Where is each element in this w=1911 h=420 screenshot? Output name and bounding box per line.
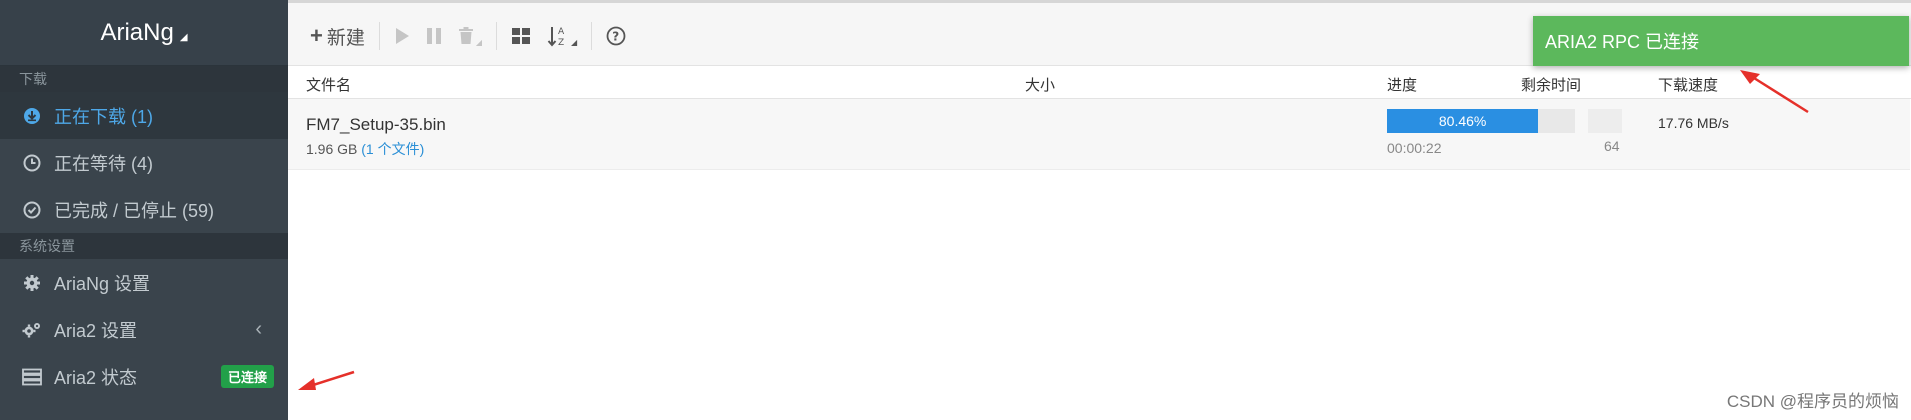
check-circle-icon <box>22 200 42 220</box>
task-files-link[interactable]: (1 个文件) <box>361 141 424 157</box>
svg-text:A: A <box>558 27 565 37</box>
pause-icon <box>426 28 441 44</box>
display-mode-button[interactable] <box>503 21 539 51</box>
pause-button[interactable] <box>418 21 450 51</box>
sidebar-item-label: Aria2 设置 <box>54 320 138 341</box>
sidebar-item-label: 正在下载 (1) <box>54 106 153 127</box>
sidebar-item-label: 已完成 / 已停止 (59) <box>54 200 215 221</box>
task-size: 1.96 GB <box>306 141 358 157</box>
task-remaining-time: 00:00:22 <box>1387 140 1442 156</box>
grid-icon <box>512 28 531 44</box>
help-button[interactable]: ? <box>598 21 634 51</box>
section-header-download: 下载 <box>0 66 288 92</box>
chevron-left-icon[interactable]: ‹ <box>255 318 262 341</box>
download-circle-icon <box>22 106 42 126</box>
new-task-label: 新建 <box>326 27 365 49</box>
task-size-info: 1.96 GB (1 个文件) <box>306 139 424 159</box>
caret-down-icon: ◢ <box>571 37 578 47</box>
app-title: AriaNg <box>100 18 174 46</box>
sidebar-item-ariang-settings[interactable]: AriaNg 设置 <box>0 259 288 306</box>
toolbar-divider <box>496 22 498 50</box>
sidebar-item-waiting[interactable]: 正在等待 (4) <box>0 139 288 186</box>
sidebar-item-stopped[interactable]: 已完成 / 已停止 (59) <box>0 186 288 233</box>
rpc-connected-toast[interactable]: ARIA2 RPC 已连接 <box>1533 16 1909 66</box>
plus-icon: + <box>310 23 323 48</box>
caret-down-icon: ◢ <box>179 32 188 43</box>
toolbar: + 新建 ◢ AZ ◢ ? <box>302 21 634 51</box>
sidebar-item-label: AriaNg 设置 <box>54 273 151 294</box>
annotation-arrow-up <box>1740 70 1809 114</box>
svg-text:Z: Z <box>558 38 564 47</box>
toolbar-divider <box>378 22 380 50</box>
new-task-button[interactable]: + 新建 <box>302 21 373 51</box>
toolbar-divider <box>591 22 593 50</box>
column-progress[interactable]: 进度 <box>1387 74 1417 95</box>
start-button[interactable] <box>386 21 418 51</box>
section-header-settings: 系统设置 <box>0 233 288 259</box>
sidebar-item-label: 正在等待 (4) <box>54 153 153 174</box>
clock-icon <box>22 153 42 173</box>
progress-fill: 80.46% <box>1387 109 1539 133</box>
column-remaining[interactable]: 剩余时间 <box>1521 74 1581 95</box>
task-connections: 64 <box>1604 138 1620 154</box>
progress-text: 80.46% <box>1438 113 1487 129</box>
sidebar-item-downloading[interactable]: 正在下载 (1) <box>0 92 288 139</box>
gear-icon <box>22 273 42 293</box>
trash-icon <box>458 27 473 44</box>
status-badge: 已连接 <box>220 365 274 388</box>
play-icon <box>395 28 409 44</box>
progress-bar: 80.46% <box>1387 109 1575 133</box>
gears-icon <box>22 320 42 340</box>
progress-spacer <box>1588 109 1622 133</box>
delete-button[interactable]: ◢ <box>450 21 490 51</box>
sort-alpha-icon: AZ <box>547 27 565 47</box>
sidebar: AriaNg ◢ 下载 正在下载 (1) 正在等待 (4) 已完成 / 已停止 … <box>0 0 288 420</box>
task-speed: 17.76 MB/s <box>1658 115 1729 131</box>
server-icon <box>22 367 42 387</box>
task-filename[interactable]: FM7_Setup-35.bin <box>306 115 446 135</box>
column-speed[interactable]: 下载速度 <box>1658 74 1718 95</box>
sidebar-item-aria2-settings[interactable]: Aria2 设置 ‹ <box>0 306 288 353</box>
app-brand[interactable]: AriaNg ◢ <box>0 0 288 66</box>
sidebar-item-label: Aria2 状态 <box>54 367 138 388</box>
toast-message: ARIA2 RPC 已连接 <box>1545 32 1700 52</box>
sidebar-item-aria2-status[interactable]: Aria2 状态 已连接 <box>0 353 288 400</box>
column-filename[interactable]: 文件名 <box>306 74 351 95</box>
sort-button[interactable]: AZ ◢ <box>539 21 585 51</box>
task-table-header: 文件名 大小 进度 剩余时间 下载速度 <box>288 66 1911 99</box>
caret-down-icon: ◢ <box>475 37 483 47</box>
help-icon: ? <box>606 26 626 46</box>
column-size[interactable]: 大小 <box>1025 74 1055 95</box>
svg-text:?: ? <box>612 30 619 44</box>
table-row[interactable]: FM7_Setup-35.bin 1.96 GB (1 个文件) 80.46% … <box>288 99 1910 170</box>
watermark: CSDN @程序员的烦恼 <box>1726 392 1899 411</box>
annotation-arrow-left <box>298 370 355 390</box>
